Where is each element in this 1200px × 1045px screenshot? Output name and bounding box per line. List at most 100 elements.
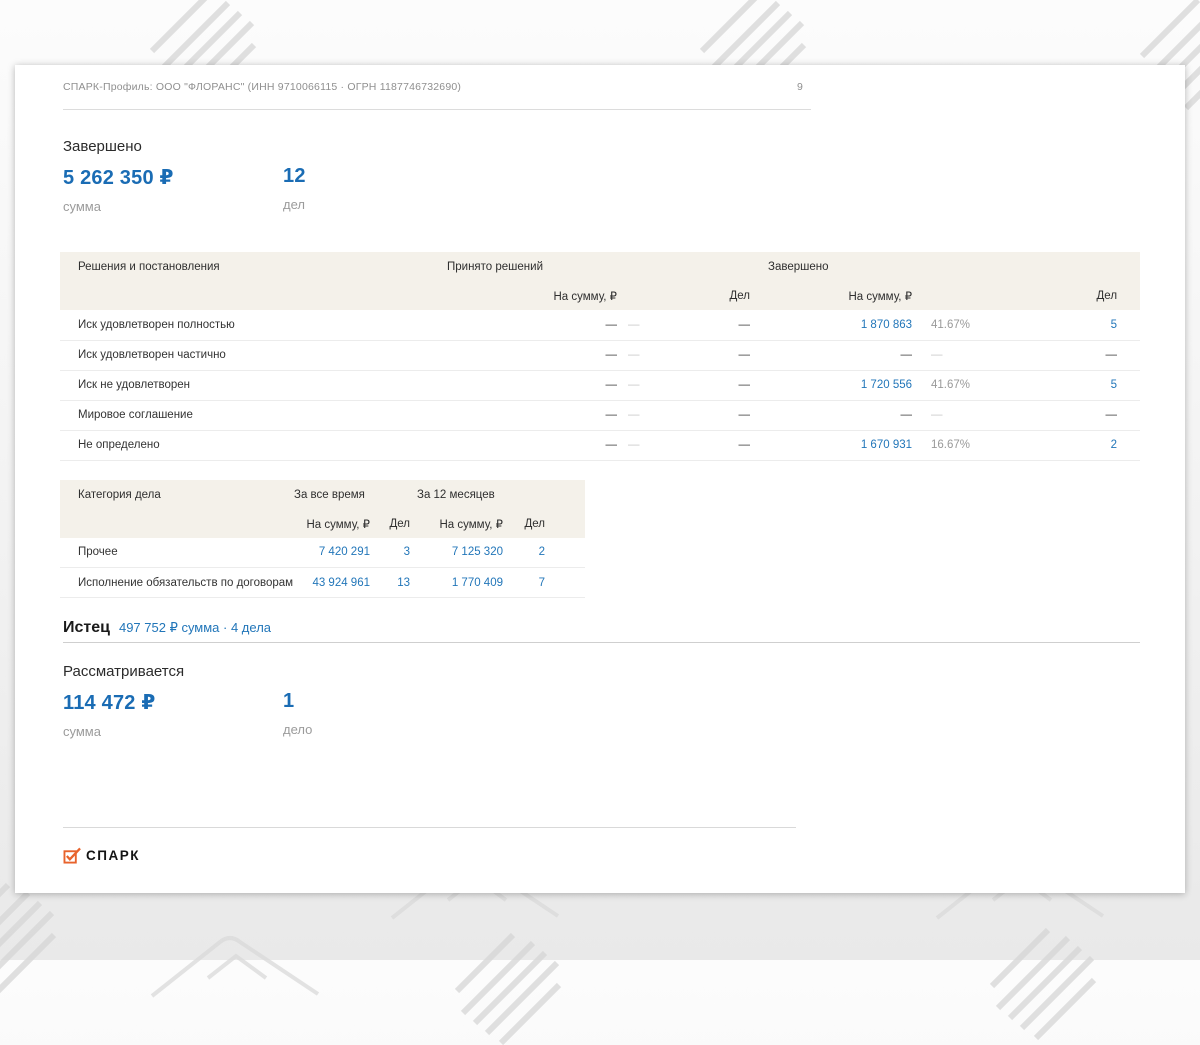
alltime-cases-header: Дел (370, 510, 410, 538)
cell-label: Не определено (60, 430, 447, 460)
inprogress-cases-value: 1 (283, 690, 503, 713)
cell-all-cases: 3 (370, 538, 410, 568)
cell-accepted-pct: — (617, 340, 705, 370)
completed-sum-label: сумма (63, 199, 283, 214)
category-table: Категория дела За все время За 12 месяце… (60, 480, 585, 599)
cell-all-sum: 43 924 961 (294, 568, 370, 598)
decisions-table-group-header: Решения и постановления Принято решений … (60, 252, 1140, 282)
cell-accepted-cases: — (705, 340, 750, 370)
accepted-sum-header: На сумму, ₽ (447, 282, 617, 310)
cell-all-cases: 13 (370, 568, 410, 598)
cell-label: Прочее (60, 538, 294, 568)
cell-completed-cases: — (1012, 340, 1117, 370)
page-number: 9 (797, 81, 803, 93)
spark-checkbox-icon (63, 847, 82, 864)
cell-accepted-pct: — (617, 370, 705, 400)
completed-sum-value: 5 262 350 ₽ (63, 165, 283, 190)
spark-logo-text: СПАРК (86, 848, 140, 863)
table-row: Не определено———1 670 93116.67%2 (60, 430, 1140, 460)
page-footer: СПАРК (63, 827, 796, 864)
cell-accepted-sum: — (447, 310, 617, 340)
cell-completed-cases: 5 (1012, 310, 1117, 340)
year-cases-header: Дел (503, 510, 545, 538)
cell-completed-sum: 1 720 556 (750, 370, 912, 400)
category-table-sub-header: На сумму, ₽ Дел На сумму, ₽ Дел (60, 510, 585, 538)
cell-year-cases: 7 (503, 568, 545, 598)
cell-completed-sum: 1 870 863 (750, 310, 912, 340)
plaintiff-section-header: Истец 497 752 ₽ сумма · 4 дела (63, 619, 1140, 643)
decisions-table-body: Иск удовлетворен полностью———1 870 86341… (60, 310, 1140, 460)
cell-completed-cases: 5 (1012, 370, 1117, 400)
cell-completed-cases: — (1012, 400, 1117, 430)
completed-sum-header: На сумму, ₽ (750, 282, 912, 310)
cell-label: Иск удовлетворен полностью (60, 310, 447, 340)
table-row: Иск удовлетворен частично—————— (60, 340, 1140, 370)
cell-accepted-sum: — (447, 400, 617, 430)
inprogress-sum-value: 114 472 ₽ (63, 690, 283, 715)
cell-completed-pct: 41.67% (912, 310, 1012, 340)
inprogress-sum-label: сумма (63, 724, 283, 739)
decisions-col-label: Решения и постановления (60, 252, 447, 282)
accepted-group-header: Принято решений (447, 252, 750, 282)
inprogress-sum-stat: 114 472 ₽ сумма (63, 690, 283, 739)
cell-completed-sum: — (750, 400, 912, 430)
completed-section-heading: Завершено (63, 138, 1140, 155)
inprogress-stats: 114 472 ₽ сумма 1 дело (63, 690, 1140, 739)
page-header: СПАРК-Профиль: ООО "ФЛОРАНС" (ИНН 971006… (63, 65, 811, 110)
completed-group-header: Завершено (750, 252, 1117, 282)
cell-label: Исполнение обязательств по договорам (60, 568, 294, 598)
completed-cases-label: дел (283, 197, 503, 212)
cell-accepted-sum: — (447, 340, 617, 370)
cell-year-sum: 1 770 409 (410, 568, 503, 598)
cell-accepted-cases: — (705, 310, 750, 340)
cell-accepted-pct: — (617, 400, 705, 430)
cell-year-cases: 2 (503, 538, 545, 568)
decisions-table-sub-header: На сумму, ₽ Дел На сумму, ₽ Дел (60, 282, 1140, 310)
category-col-label: Категория дела (60, 480, 294, 510)
table-row: Исполнение обязательств по договорам43 9… (60, 568, 585, 598)
inprogress-section-heading: Рассматривается (63, 663, 1140, 680)
plaintiff-summary: 497 752 ₽ сумма · 4 дела (119, 620, 271, 636)
cell-completed-pct: — (912, 340, 1012, 370)
alltime-sum-header: На сумму, ₽ (294, 510, 370, 538)
cell-completed-sum: 1 670 931 (750, 430, 912, 460)
cell-accepted-sum: — (447, 370, 617, 400)
cell-label: Мировое соглашение (60, 400, 447, 430)
cell-completed-pct: 41.67% (912, 370, 1012, 400)
table-row: Прочее7 420 29137 125 3202 (60, 538, 585, 568)
table-row: Иск удовлетворен полностью———1 870 86341… (60, 310, 1140, 340)
year-sum-header: На сумму, ₽ (410, 510, 503, 538)
cell-accepted-pct: — (617, 310, 705, 340)
decisions-table: Решения и постановления Принято решений … (60, 252, 1140, 461)
inprogress-cases-stat: 1 дело (283, 690, 503, 739)
report-title: СПАРК-Профиль: ООО "ФЛОРАНС" (ИНН 971006… (63, 81, 461, 93)
cell-accepted-cases: — (705, 370, 750, 400)
cell-accepted-cases: — (705, 400, 750, 430)
completed-stats: 5 262 350 ₽ сумма 12 дел (63, 165, 1140, 214)
accepted-cases-header: Дел (705, 282, 750, 310)
cell-label: Иск не удовлетворен (60, 370, 447, 400)
spark-logo: СПАРК (63, 847, 796, 864)
completed-cases-header: Дел (1012, 282, 1117, 310)
cell-accepted-sum: — (447, 430, 617, 460)
report-page: СПАРК-Профиль: ООО "ФЛОРАНС" (ИНН 971006… (15, 65, 1185, 893)
completed-cases-stat: 12 дел (283, 165, 503, 214)
cell-completed-pct: 16.67% (912, 430, 1012, 460)
cell-completed-pct: — (912, 400, 1012, 430)
plaintiff-heading: Истец (63, 619, 110, 637)
completed-sum-stat: 5 262 350 ₽ сумма (63, 165, 283, 214)
table-row: Иск не удовлетворен———1 720 55641.67%5 (60, 370, 1140, 400)
table-row: Мировое соглашение—————— (60, 400, 1140, 430)
year-group-header: За 12 месяцев (410, 480, 545, 510)
category-table-body: Прочее7 420 29137 125 3202Исполнение обя… (60, 538, 585, 598)
category-table-group-header: Категория дела За все время За 12 месяце… (60, 480, 585, 510)
cell-completed-sum: — (750, 340, 912, 370)
cell-label: Иск удовлетворен частично (60, 340, 447, 370)
cell-completed-cases: 2 (1012, 430, 1117, 460)
cell-all-sum: 7 420 291 (294, 538, 370, 568)
inprogress-cases-label: дело (283, 722, 503, 737)
cell-year-sum: 7 125 320 (410, 538, 503, 568)
completed-cases-value: 12 (283, 165, 503, 188)
cell-accepted-cases: — (705, 430, 750, 460)
cell-accepted-pct: — (617, 430, 705, 460)
